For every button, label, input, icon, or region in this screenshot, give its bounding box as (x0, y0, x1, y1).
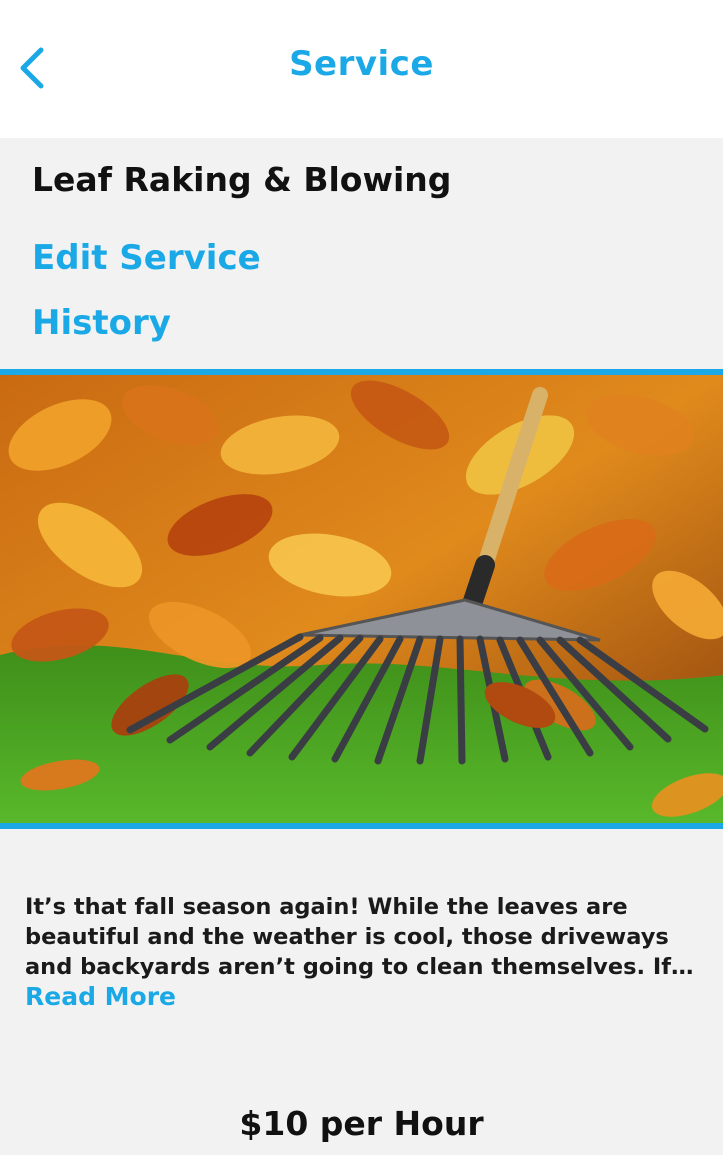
page-title: Service (289, 44, 434, 84)
service-screen: Service Leaf Raking & Blowing Edit Servi… (0, 0, 723, 1155)
history-link[interactable]: History (32, 303, 171, 343)
service-description: It’s that fall season again! While the l… (25, 894, 672, 980)
nav-header: Service (0, 0, 723, 138)
service-name: Leaf Raking & Blowing (32, 160, 452, 199)
service-image (0, 369, 723, 829)
service-price: $10 per Hour (239, 1104, 484, 1143)
rake-leaves-image (0, 375, 723, 823)
edit-service-link[interactable]: Edit Service (32, 238, 261, 278)
read-more-link[interactable]: Read More (25, 982, 176, 1011)
